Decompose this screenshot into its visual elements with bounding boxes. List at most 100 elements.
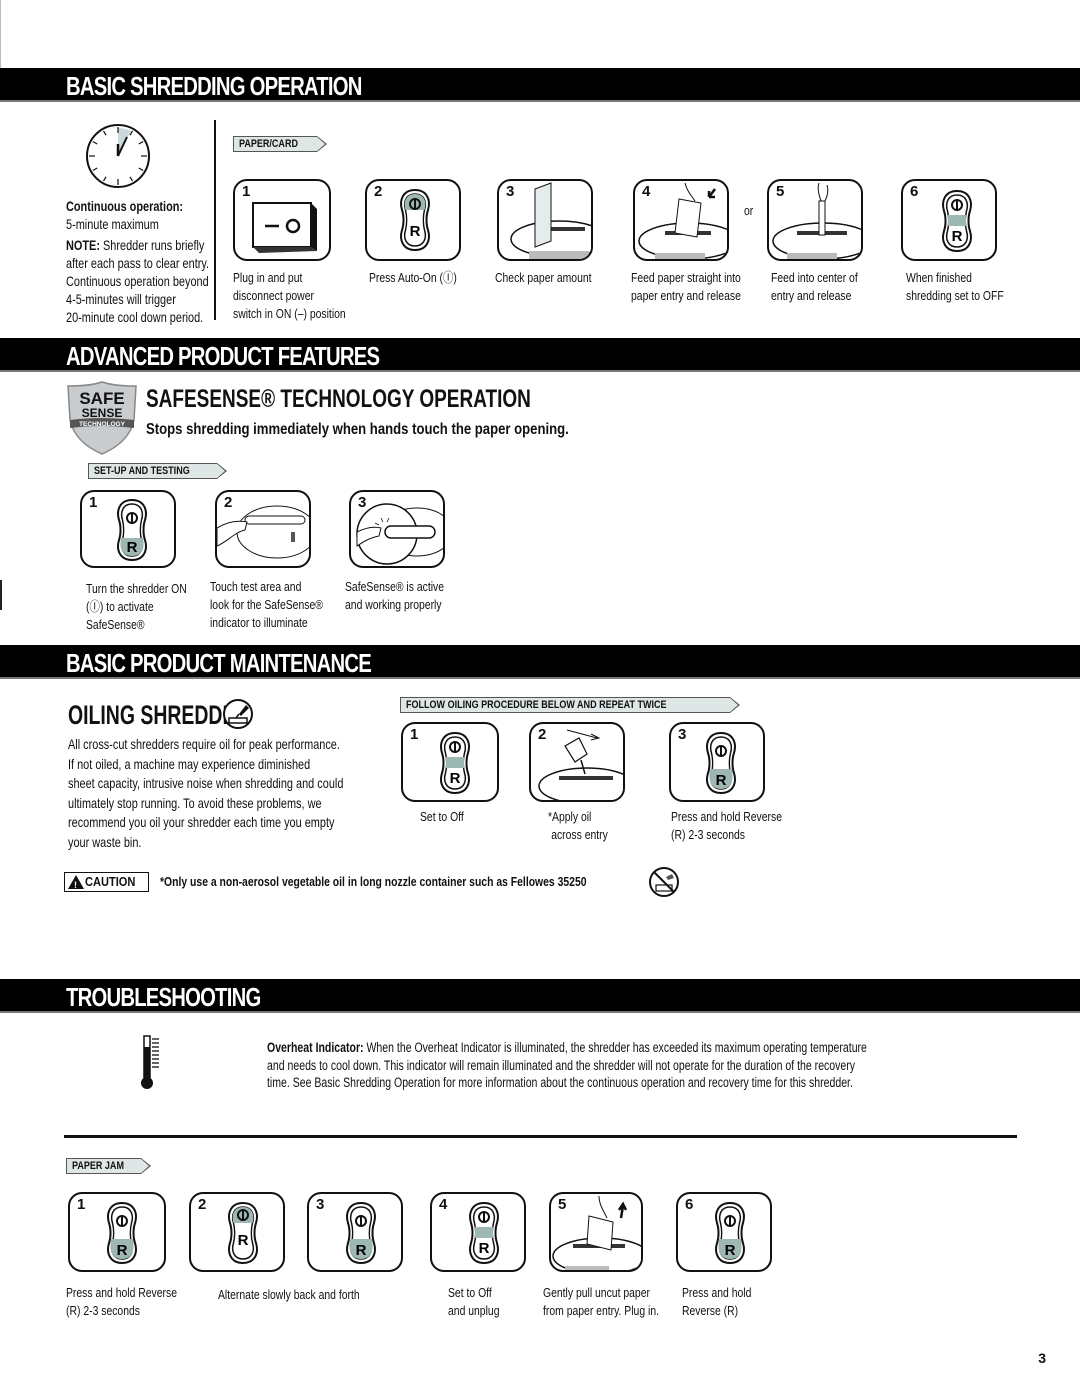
control-switch-off-icon: R [440,732,470,794]
step-box: 3 R [307,1192,403,1272]
oiling-paragraph: All cross-cut shredders require oil for … [68,736,344,850]
step-caption: Feed into center of entry and release [771,270,858,303]
control-switch-on-icon: R [228,1202,258,1264]
overheat-indicator-text: Overheat Indicator: When the Overheat In… [267,1040,867,1090]
step-box: 4 R [430,1192,526,1272]
step-box: 1 R [401,722,499,802]
tag-paper-card: PAPER/CARD [233,136,327,152]
step-caption: Check paper amount [495,270,592,285]
step-caption: SafeSense® is active and working properl… [345,579,445,612]
alternate-caption: Alternate slowly back and forth [218,1287,360,1302]
svg-text:SENSE: SENSE [82,406,123,420]
svg-text:R: R [479,1240,490,1257]
control-switch-reverse-icon: R [706,732,736,794]
section-bar-maintenance: BASIC PRODUCT MAINTENANCE [0,645,1080,679]
step-box: 1 R [68,1192,166,1272]
control-switch-on-icon: R [400,189,430,251]
section-title: BASIC SHREDDING OPERATION [66,71,362,101]
feed-paper-icon [638,182,727,259]
safesense-heading: SAFESENSE® TECHNOLOGY OPERATION [146,385,531,413]
svg-text:R: R [356,1242,367,1259]
step-box: 2 [215,490,311,568]
svg-text:R: R [410,223,421,240]
note-label: NOTE: [66,237,100,253]
thermometer-icon [140,1035,162,1091]
step-box: 6 R [901,179,997,261]
step-number: 6 [910,183,919,200]
step-caption: Touch test area and look for the SafeSen… [210,579,323,630]
step-box: 3 [349,490,445,568]
step-box: 3 R [669,722,765,802]
step-box: 2 [529,722,625,802]
feed-center-icon [772,182,861,259]
safesense-subheading: Stops shredding immediately when hands t… [146,421,569,438]
section-bar-basic-shredding: BASIC SHREDDING OPERATION [0,68,1080,102]
section-title: ADVANCED PRODUCT FEATURES [66,341,380,371]
apply-oil-icon [538,729,623,800]
note-line: Continuous operation beyond [66,273,209,289]
step-caption: Set to Off and unplug [448,1285,500,1318]
svg-text:TECHNOLOGY: TECHNOLOGY [79,421,126,428]
step-caption: Gently pull uncut paper from paper entry… [543,1285,659,1318]
no-aerosol-icon [648,866,680,898]
tag-paper-jam: PAPER JAM [66,1158,152,1174]
control-switch-off-icon: R [942,190,972,252]
step-box: 6 R [676,1192,772,1272]
step-number: 6 [685,1196,694,1213]
overheat-label: Overheat Indicator: [267,1040,364,1055]
page-edge-rule [0,0,1,68]
step-caption: Turn the shredder ON (Ⓘ) to activate Saf… [86,581,187,632]
note-line: after each pass to clear entry. [66,255,210,271]
step-number: 3 [316,1196,325,1213]
section-bar-troubleshooting: TROUBLESHOOTING [0,979,1080,1013]
or-label: or [744,203,754,218]
control-switch-reverse-icon: R [346,1202,376,1264]
step-box: 3 [497,179,593,261]
svg-text:R: R [450,770,461,787]
svg-text:R: R [117,1242,128,1259]
step-caption: Set to Off [420,809,464,824]
note-line: 20-minute cool down period. [66,309,204,325]
step-caption: *Apply oil across entry [548,809,608,842]
step-caption: Press and hold Reverse (R) 2-3 seconds [66,1285,177,1318]
safesense-badge-icon: SAFE SENSE TECHNOLOGY [66,380,138,456]
oil-can-icon [222,698,254,730]
note-line: 4-5-minutes will trigger [66,291,176,307]
continuous-label: Continuous operation: [66,198,184,214]
step-number: 4 [439,1196,448,1213]
control-switch-on-icon: R [117,499,147,561]
section-divider [64,1135,1017,1138]
column-divider [214,120,216,320]
safesense-active-icon [356,503,443,565]
svg-text:R: R [725,1242,736,1259]
step-caption: Press and hold Reverse (R) 2-3 seconds [671,809,782,842]
step-box: 4 [633,179,729,261]
step-caption: Plug in and put disconnect power switch … [233,270,346,321]
rocker-switch-icon [252,202,317,253]
step-number: 2 [198,1196,207,1213]
continuous-value: 5-minute maximum [66,216,159,232]
clock-icon [84,122,152,190]
touch-test-area-icon [217,505,309,559]
control-switch-off-icon: R [469,1202,499,1264]
step-box: 2 R [189,1192,285,1272]
tag-oiling-procedure: FOLLOW OILING PROCEDURE BELOW AND REPEAT… [400,697,740,713]
tag-setup-testing: SET-UP AND TESTING [88,463,227,479]
continuous-operation-note: Continuous operation: 5-minute maximum N… [66,197,209,326]
paper-stack-icon [510,182,591,259]
step-number: 2 [374,183,383,200]
step-number: 1 [77,1196,86,1213]
step-caption: Press Auto-On (Ⓘ) [369,270,457,285]
section-title: TROUBLESHOOTING [66,982,261,1012]
step-caption: When finished shredding set to OFF [906,270,1004,303]
step-box: 2 R [365,179,461,261]
page-number: 3 [1038,1350,1046,1366]
side-marker [0,580,2,610]
step-number: 1 [89,494,98,511]
pull-paper-icon [552,1195,641,1270]
svg-text:R: R [716,772,727,789]
step-caption: Feed paper straight into paper entry and… [631,270,741,303]
step-number: 1 [410,726,419,743]
svg-text:R: R [952,228,963,245]
step-box: 1 [233,179,331,261]
